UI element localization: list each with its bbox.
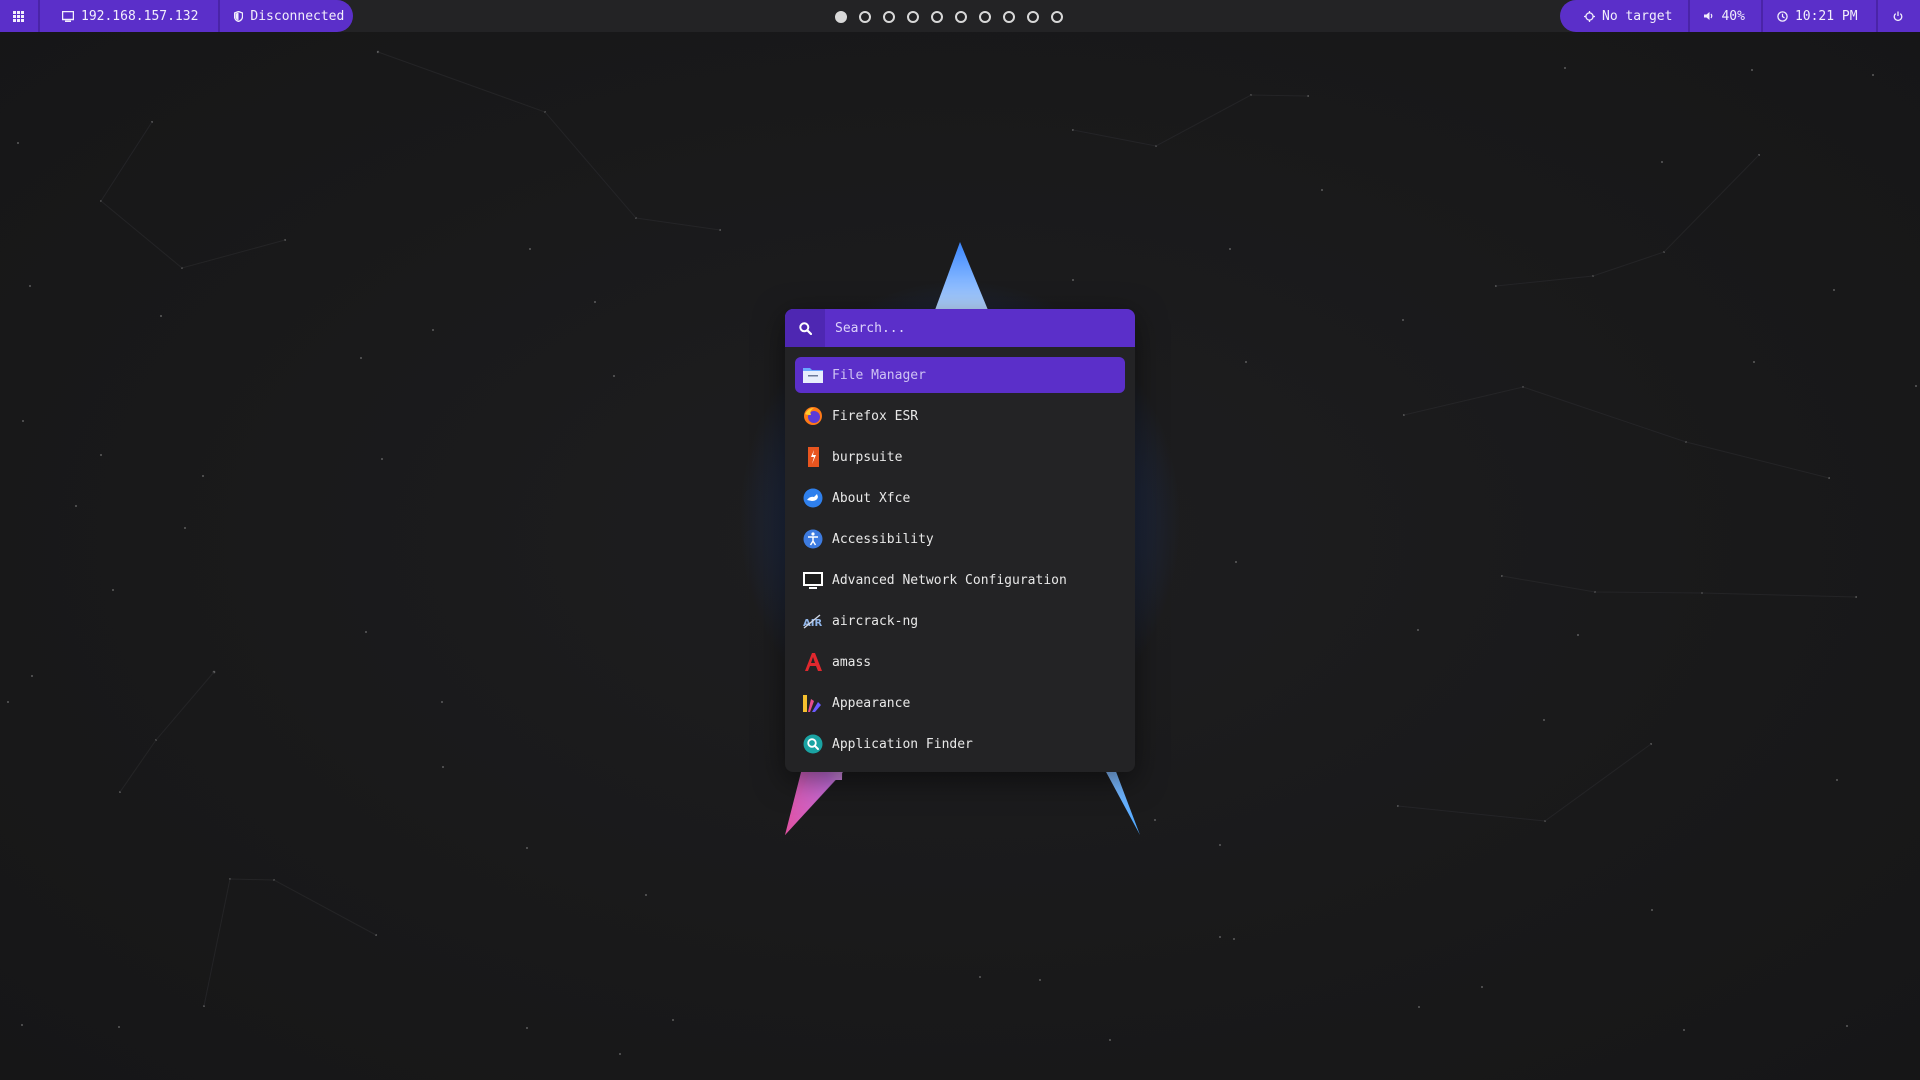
app-item-advanced-network-configuration[interactable]: Advanced Network Configuration [795,562,1125,598]
volume-widget[interactable]: 40% [1690,0,1763,32]
workspace-6-indicator[interactable] [955,11,967,23]
app-item-label: burpsuite [832,449,903,465]
app-item-label: Advanced Network Configuration [832,572,1067,588]
speaker-icon [1704,12,1713,20]
target-widget[interactable]: No target [1560,0,1691,32]
svg-text:AIR: AIR [803,618,822,629]
workspace-8-indicator[interactable] [1003,11,1015,23]
power-button[interactable] [1878,0,1918,32]
vpn-status-widget[interactable]: Disconnected [220,0,360,32]
app-item-burpsuite[interactable]: burpsuite [795,439,1125,475]
workspace-9-indicator[interactable] [1027,11,1039,23]
app-item-file-manager[interactable]: File Manager [795,357,1125,393]
grid-icon [13,10,24,22]
firefox-icon [802,405,824,427]
search-icon-box [785,309,825,347]
monitor-icon [62,10,74,22]
burpsuite-icon [802,446,824,468]
xfce-icon [802,487,824,509]
app-item-application-finder[interactable]: Application Finder [795,726,1125,762]
app-item-label: Application Finder [832,736,973,752]
app-item-label: amass [832,654,872,670]
top-bar-right-pill: No target 40% 10:21 PM [1560,0,1920,32]
app-item-firefox-esr[interactable]: Firefox ESR [795,398,1125,434]
app-finder-icon [802,733,824,755]
workspace-4-indicator[interactable] [907,11,919,23]
app-item-label: Firefox ESR [832,408,919,424]
search-icon [798,321,812,335]
volume-text: 40% [1721,8,1745,24]
top-bar-left-pill: 192.168.157.132 Disconnected [0,0,353,32]
crosshair-icon [1584,10,1595,22]
workspace-5-indicator[interactable] [931,11,943,23]
accessibility-icon [802,528,824,550]
ip-address-widget[interactable]: 192.168.157.132 [40,0,221,32]
time-text: 10:21 PM [1794,8,1858,24]
launcher-search-bar [785,309,1135,348]
network-icon [802,569,824,591]
appearance-icon [802,692,824,714]
workspace-7-indicator[interactable] [979,11,991,23]
app-launcher: File Manager Firefox ESR burpsuite [785,309,1135,772]
app-item-appearance[interactable]: Appearance [795,685,1125,721]
aircrack-icon: AIR [802,610,824,632]
workspace-switcher [835,10,1063,24]
workspace-1-indicator[interactable] [835,11,847,23]
app-item-amass[interactable]: amass [795,644,1125,680]
workspace-10-indicator[interactable] [1051,11,1063,23]
workspace-3-indicator[interactable] [883,11,895,23]
power-icon [1893,11,1902,21]
app-item-accessibility[interactable]: Accessibility [795,521,1125,557]
app-item-about-xfce[interactable]: About Xfce [795,480,1125,516]
app-item-label: Appearance [832,695,911,711]
amass-icon [802,651,824,673]
ip-address-text: 192.168.157.132 [81,8,199,24]
apps-menu-button[interactable] [0,0,40,32]
target-text: No target [1602,8,1673,24]
app-list: File Manager Firefox ESR burpsuite About… [795,357,1125,767]
app-item-label: aircrack-ng [832,613,919,629]
clock-icon [1777,10,1788,22]
top-bar: 192.168.157.132 Disconnected No target 4… [0,0,1920,32]
workspace-2-indicator[interactable] [859,11,871,23]
shield-icon [234,10,244,22]
vpn-status-text: Disconnected [250,8,345,24]
app-item-label: Accessibility [832,531,934,547]
folder-icon [802,364,824,386]
clock-widget[interactable]: 10:21 PM [1763,0,1878,32]
app-item-label: About Xfce [832,490,911,506]
app-item-aircrack-ng[interactable]: AIR aircrack-ng [795,603,1125,639]
app-item-label: File Manager [832,367,926,383]
search-input[interactable] [825,309,1135,348]
